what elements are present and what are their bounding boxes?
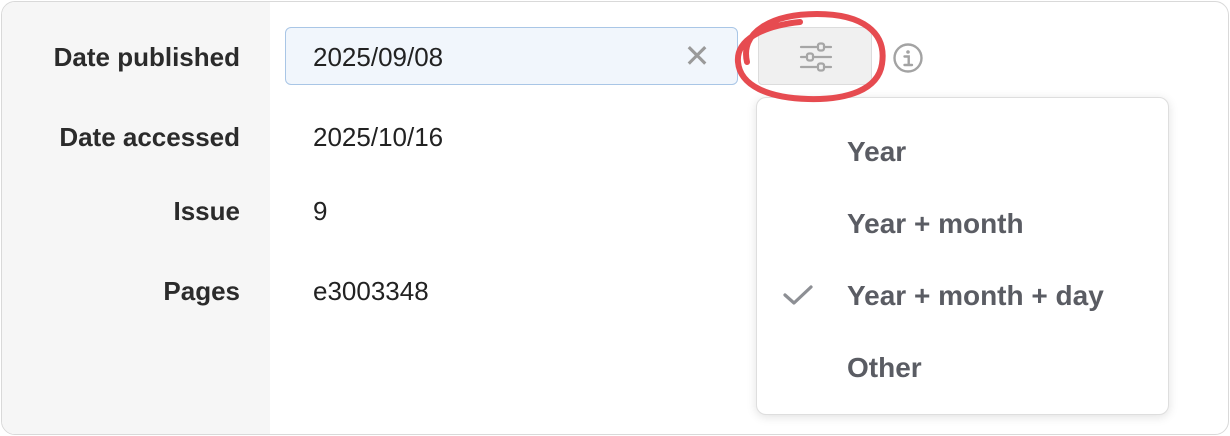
date-published-input[interactable]: 2025/09/08 ✕: [285, 27, 738, 85]
info-icon[interactable]: [892, 42, 924, 74]
sliders-icon: [799, 42, 833, 72]
clear-icon[interactable]: ✕: [683, 40, 711, 72]
date-accessed-label: Date accessed: [59, 122, 240, 152]
label-column: Date published Date accessed Issue Pages: [2, 2, 270, 434]
menu-item-label: Year + month + day: [847, 280, 1104, 311]
citation-form: Date published Date accessed Issue Pages…: [1, 1, 1229, 435]
menu-item-year[interactable]: Year: [757, 122, 1168, 182]
menu-item-label: Year: [847, 136, 907, 167]
menu-item-year-month[interactable]: Year + month: [757, 194, 1168, 254]
date-accessed-value[interactable]: 2025/10/16: [313, 122, 443, 153]
issue-label: Issue: [173, 196, 241, 226]
checkmark-icon: [783, 285, 813, 305]
issue-value[interactable]: 9: [313, 196, 327, 227]
menu-item-label: Year + month: [847, 208, 1024, 239]
menu-item-year-month-day[interactable]: Year + month + day: [757, 266, 1168, 326]
menu-item-other[interactable]: Other: [757, 338, 1168, 398]
date-format-menu: Year Year + month Year + month + day Oth…: [756, 97, 1169, 415]
date-published-value[interactable]: 2025/09/08: [313, 42, 443, 73]
pages-value[interactable]: e3003348: [313, 276, 429, 307]
date-published-label: Date published: [53, 42, 240, 72]
pages-label: Pages: [163, 276, 240, 306]
date-format-button[interactable]: [758, 27, 872, 85]
menu-item-label: Other: [847, 352, 922, 383]
